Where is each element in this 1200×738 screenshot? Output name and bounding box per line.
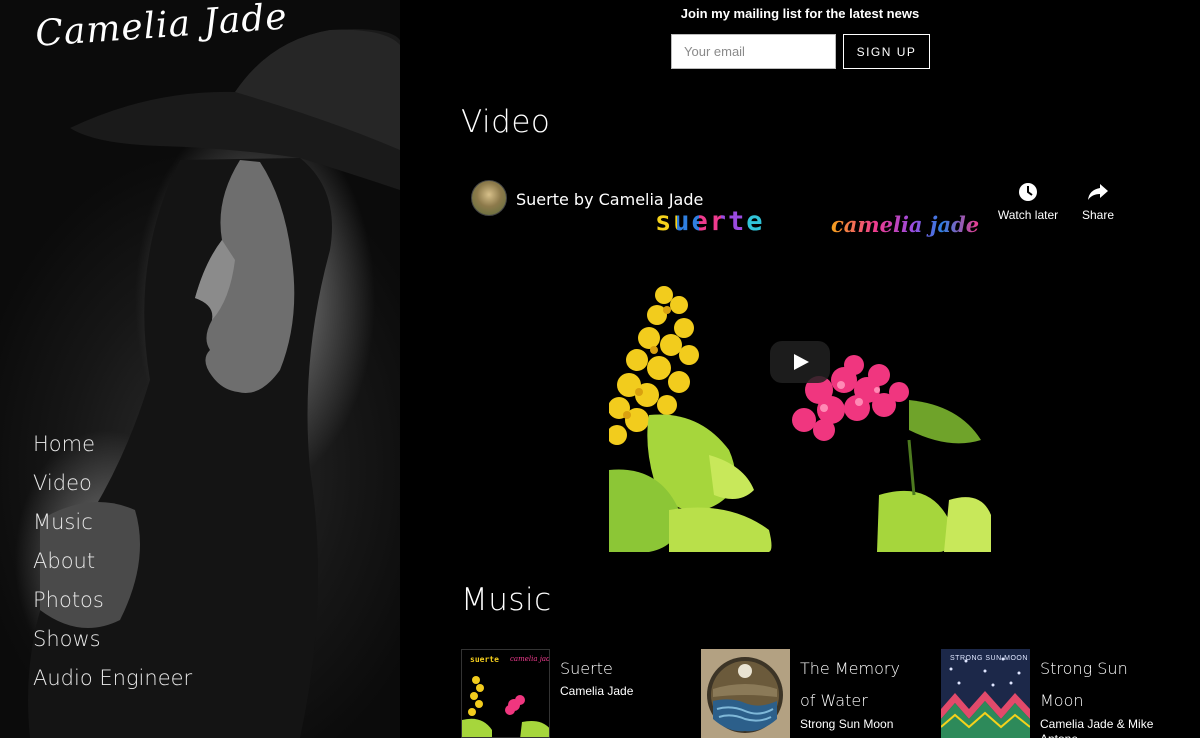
album-cover-strong-sun-moon[interactable]: STRONG SUN MOON: [941, 649, 1030, 738]
nav-item-shows[interactable]: Shows: [33, 625, 192, 664]
nav-item-video[interactable]: Video: [33, 469, 192, 508]
nav-item-photos[interactable]: Photos: [33, 586, 192, 625]
strong-sun-moon-cover-art: [941, 649, 1030, 738]
channel-avatar[interactable]: [471, 180, 507, 216]
hero-photo-panel: Camelia Jade Home Video Music About Phot…: [0, 0, 400, 738]
video-section-heading: Video: [461, 104, 551, 140]
share-button[interactable]: Share: [1063, 182, 1133, 222]
share-arrow-icon: [1088, 184, 1108, 200]
album-artist: Strong Sun Moon: [800, 717, 894, 731]
music-section-heading: Music: [461, 582, 552, 618]
main-content: Join my mailing list for the latest news…: [400, 0, 1200, 738]
album-artist: Camelia Jade & Mike Antone: [1040, 717, 1154, 738]
watch-later-label: Watch later: [997, 208, 1059, 222]
album-title[interactable]: Strong Sun Moon: [1040, 653, 1160, 717]
album-cover-word-left: suerte: [470, 655, 499, 664]
mailing-list-title: Join my mailing list for the latest news: [680, 6, 920, 21]
video-overlay-suerte: suerte: [655, 206, 765, 237]
main-nav: Home Video Music About Photos Shows Audi…: [33, 430, 192, 703]
album-cover-word-right: camelia jade: [510, 655, 549, 663]
album-artist: Camelia Jade: [560, 684, 634, 698]
album-cover-word: STRONG SUN MOON: [950, 655, 1028, 662]
nav-item-home[interactable]: Home: [33, 430, 192, 469]
nav-item-about[interactable]: About: [33, 547, 192, 586]
play-icon: [794, 354, 809, 370]
nav-item-audio-engineer[interactable]: Audio Engineer: [33, 664, 192, 703]
album-cover-memory-of-water[interactable]: [701, 649, 790, 738]
memory-of-water-cover-art: [701, 649, 790, 738]
youtube-embed[interactable]: Suerte by Camelia Jade suerte camelia ja…: [461, 168, 1139, 558]
nav-item-music[interactable]: Music: [33, 508, 192, 547]
album-title[interactable]: The Memory of Water: [800, 653, 920, 717]
suerte-text: suerte: [655, 206, 765, 237]
clock-icon: [1019, 183, 1037, 201]
album-title[interactable]: Suerte: [560, 653, 680, 685]
camelia-jade-text: camelia jade: [831, 212, 980, 237]
album-cover-suerte[interactable]: suerte camelia jade: [461, 649, 550, 738]
video-overlay-camelia-jade: camelia jade: [831, 212, 979, 237]
share-label: Share: [1081, 208, 1115, 222]
sign-up-button[interactable]: SIGN UP: [843, 34, 930, 69]
play-button[interactable]: [770, 341, 830, 383]
watch-later-button[interactable]: Watch later: [993, 182, 1063, 222]
video-thumbnail-flowers: [609, 286, 991, 552]
email-field[interactable]: [671, 34, 836, 69]
